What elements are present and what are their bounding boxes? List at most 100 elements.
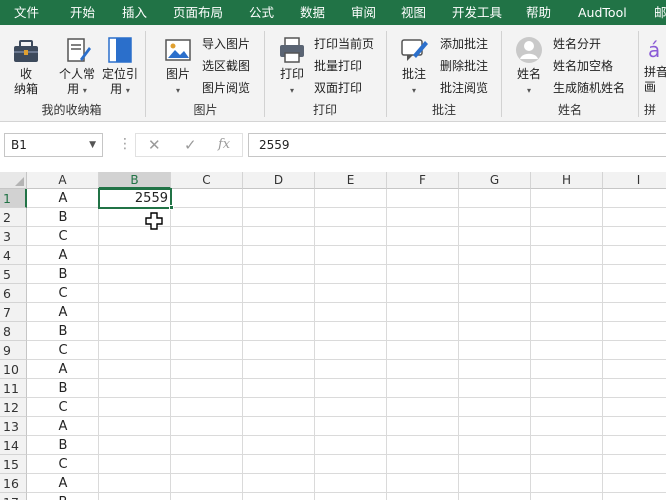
column-header-g[interactable]: G [459, 172, 531, 189]
menu-audtool[interactable]: AudTool [578, 0, 627, 25]
import-picture-button[interactable]: 导入图片 [202, 33, 250, 53]
menu-data[interactable]: 数据 [300, 0, 325, 25]
personal-favorites-button[interactable]: 个人常 用 ▾ [55, 35, 99, 98]
batch-print-label: 批量打印 [314, 58, 363, 73]
cell-a1[interactable]: A [27, 189, 99, 208]
split-name-button[interactable]: 姓名分开 [553, 33, 601, 53]
row-header-13[interactable]: 13 [0, 417, 27, 436]
menu-insert[interactable]: 插入 [122, 0, 147, 25]
menu-developer[interactable]: 开发工具 [452, 0, 502, 25]
cell-a8[interactable]: B [27, 322, 99, 341]
menu-bar: 文件 开始 插入 页面布局 公式 数据 审阅 视图 开发工具 帮助 AudToo… [0, 0, 666, 25]
row-header-11[interactable]: 11 [0, 379, 27, 398]
row-header-8[interactable]: 8 [0, 322, 27, 341]
name-button[interactable]: 姓名 ▾ [509, 35, 549, 98]
name-box[interactable]: B1 ▼ [4, 133, 103, 157]
name-label: 姓名 [516, 67, 541, 81]
delete-comment-label: 删除批注 [440, 58, 489, 73]
select-all-button[interactable] [0, 172, 27, 189]
svg-text:á: á [648, 38, 660, 62]
picture-button[interactable]: 图片 ▾ [158, 35, 198, 98]
cell-a3[interactable]: C [27, 227, 99, 246]
row-header-1[interactable]: 1 [0, 189, 27, 208]
cell-a17[interactable]: B [27, 493, 99, 500]
delete-comment-button[interactable]: 删除批注 [440, 55, 488, 75]
cell-a6[interactable]: C [27, 284, 99, 303]
cell-a4[interactable]: A [27, 246, 99, 265]
active-cell-b1[interactable]: 2559 [98, 188, 172, 209]
batch-print-button[interactable]: 批量打印 [314, 55, 362, 75]
storage-box-button[interactable]: 收 纳箱 [8, 35, 44, 97]
menu-view[interactable]: 视图 [401, 0, 426, 25]
cell-a11[interactable]: B [27, 379, 99, 398]
cell-a7[interactable]: A [27, 303, 99, 322]
locate-reference-button[interactable]: 定位引 用 ▾ [100, 35, 140, 98]
formula-input[interactable]: 2559 [248, 133, 666, 157]
random-name-button[interactable]: 生成随机姓名 [553, 77, 625, 97]
formula-buttons: ✕ ✓ fx [135, 133, 243, 157]
grip-dots-icon[interactable]: ⋮ [118, 136, 132, 152]
row-header-12[interactable]: 12 [0, 398, 27, 417]
row-header-16[interactable]: 16 [0, 474, 27, 493]
insert-function-icon[interactable]: fx [218, 137, 230, 152]
menu-home[interactable]: 开始 [70, 0, 95, 25]
cancel-icon[interactable]: ✕ [148, 136, 161, 154]
worksheet-grid: A B C D E F G H I 1 2 3 4 5 6 7 8 9 10 1… [0, 172, 666, 500]
grid-line [27, 378, 666, 379]
locate-reference-label-1: 定位引 [101, 67, 138, 81]
duplex-print-button[interactable]: 双面打印 [314, 77, 362, 97]
group-comment: 批注 ▾ 添加批注 删除批注 批注阅览 批注 [388, 25, 500, 122]
grid-line [27, 321, 666, 322]
column-header-c[interactable]: C [171, 172, 243, 189]
menu-file[interactable]: 文件 [14, 0, 39, 25]
add-comment-button[interactable]: 添加批注 [440, 33, 488, 53]
print-current-page-button[interactable]: 打印当前页 [314, 33, 374, 53]
row-header-9[interactable]: 9 [0, 341, 27, 360]
cell-a13[interactable]: A [27, 417, 99, 436]
comment-button[interactable]: 批注 ▾ [396, 35, 432, 98]
fill-handle[interactable] [169, 205, 174, 210]
cell-a5[interactable]: B [27, 265, 99, 284]
picture-preview-button[interactable]: 图片阅览 [202, 77, 250, 97]
enter-icon[interactable]: ✓ [184, 136, 197, 154]
menu-mail[interactable]: 邮 [654, 0, 666, 25]
row-header-2[interactable]: 2 [0, 208, 27, 227]
cell-a15[interactable]: C [27, 455, 99, 474]
chevron-down-icon[interactable]: ▼ [89, 134, 96, 156]
menu-help[interactable]: 帮助 [526, 0, 551, 25]
cell-a12[interactable]: C [27, 398, 99, 417]
menu-review[interactable]: 审阅 [351, 0, 376, 25]
column-header-h[interactable]: H [531, 172, 603, 189]
selection-screenshot-button[interactable]: 选区截图 [202, 55, 250, 75]
cell-a14[interactable]: B [27, 436, 99, 455]
comment-label: 批注 [401, 67, 426, 81]
column-header-f[interactable]: F [387, 172, 459, 189]
column-header-a[interactable]: A [27, 172, 99, 189]
column-header-b[interactable]: B [99, 172, 171, 189]
row-header-15[interactable]: 15 [0, 455, 27, 474]
menu-formulas[interactable]: 公式 [249, 0, 274, 25]
row-header-4[interactable]: 4 [0, 246, 27, 265]
row-header-6[interactable]: 6 [0, 284, 27, 303]
row-header-5[interactable]: 5 [0, 265, 27, 284]
row-header-10[interactable]: 10 [0, 360, 27, 379]
cell-a2[interactable]: B [27, 208, 99, 227]
menu-page-layout[interactable]: 页面布局 [173, 0, 223, 25]
group-pinyin: á 拼音 画 拼 [640, 25, 666, 122]
printer-icon [280, 37, 304, 63]
column-header-i[interactable]: I [603, 172, 666, 189]
locate-reference-label-2: 用 [110, 82, 123, 96]
comment-preview-button[interactable]: 批注阅览 [440, 77, 488, 97]
cell-a10[interactable]: A [27, 360, 99, 379]
row-header-3[interactable]: 3 [0, 227, 27, 246]
row-header-14[interactable]: 14 [0, 436, 27, 455]
column-header-d[interactable]: D [243, 172, 315, 189]
cell-a16[interactable]: A [27, 474, 99, 493]
row-header-7[interactable]: 7 [0, 303, 27, 322]
column-header-e[interactable]: E [315, 172, 387, 189]
cell-a9[interactable]: C [27, 341, 99, 360]
pinyin-button[interactable]: á 拼音 画 [644, 35, 666, 95]
name-add-space-button[interactable]: 姓名加空格 [553, 55, 613, 75]
row-header-17[interactable]: 17 [0, 493, 27, 500]
print-button[interactable]: 打印 ▾ [274, 35, 310, 98]
